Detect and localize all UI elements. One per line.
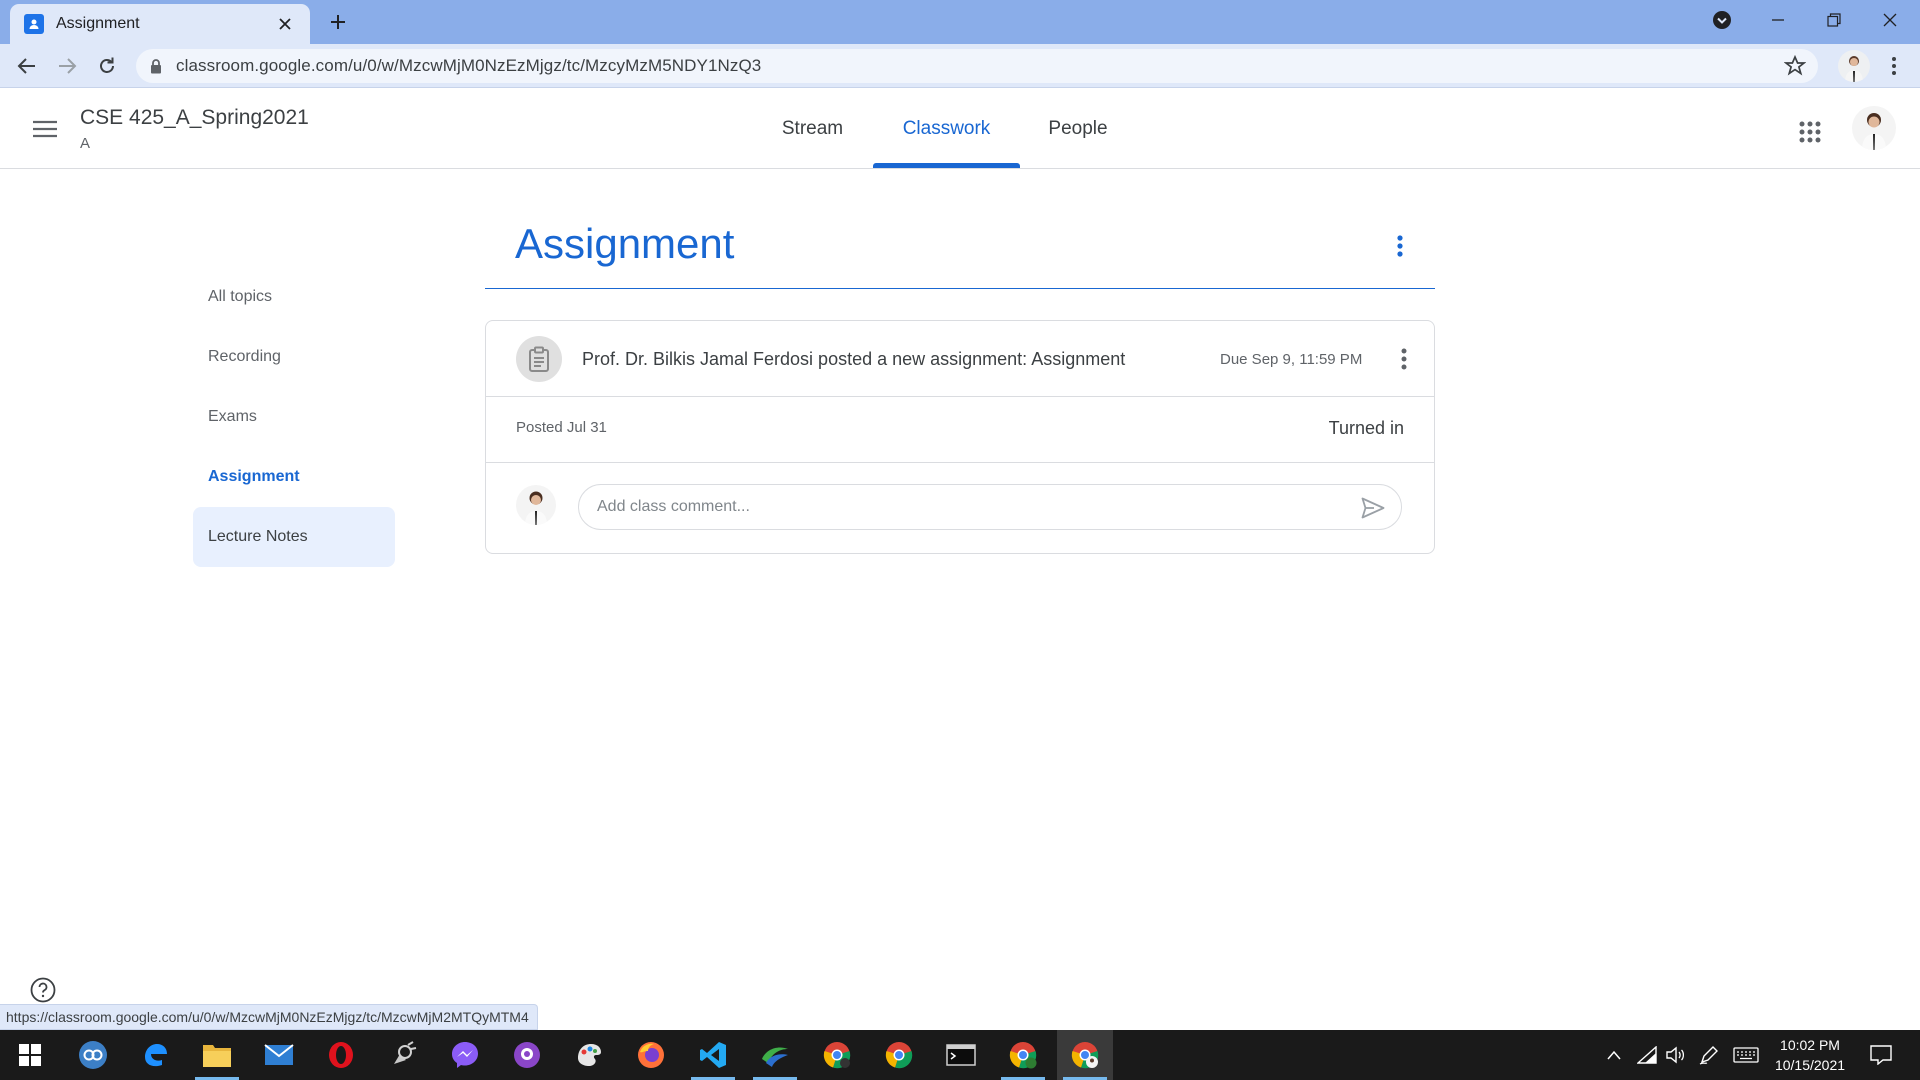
tab-classwork[interactable]: Classwork (873, 88, 1020, 169)
bookmark-star-icon[interactable] (1784, 55, 1806, 77)
assignment-icon (516, 336, 562, 382)
help-icon[interactable] (30, 977, 56, 1003)
section-more-options-icon[interactable] (1384, 228, 1416, 264)
back-icon[interactable] (13, 52, 41, 80)
keyboard-icon[interactable] (1732, 1030, 1760, 1080)
start-icon[interactable] (2, 1030, 58, 1080)
notifications-icon[interactable] (1864, 1030, 1898, 1080)
assignment-meta-row: Posted Jul 31 Turned in (486, 397, 1434, 463)
due-date: Due Sep 9, 11:59 PM (1220, 351, 1363, 368)
topic-exams[interactable]: Exams (193, 387, 395, 447)
tab-close-icon[interactable] (274, 13, 296, 35)
class-section: A (80, 135, 91, 152)
assignment-more-options-icon[interactable] (1392, 341, 1416, 377)
section-divider (485, 288, 1435, 289)
main-menu-icon[interactable] (28, 112, 62, 146)
tab-stream[interactable]: Stream (766, 88, 859, 169)
class-comment-row (486, 463, 1434, 553)
browser-tabbar: Assignment (0, 0, 1920, 44)
opera-icon[interactable] (313, 1030, 369, 1080)
address-bar[interactable]: classroom.google.com/u/0/w/MzcwMjM0NzEzM… (136, 49, 1818, 83)
chrome-current-icon[interactable] (1057, 1030, 1113, 1080)
browser-profile-avatar[interactable] (1838, 50, 1870, 82)
satellite-app-icon[interactable] (375, 1030, 431, 1080)
github-desktop-icon[interactable] (499, 1030, 555, 1080)
active-tab-indicator (873, 163, 1020, 168)
paint-icon[interactable] (561, 1030, 617, 1080)
class-comment-input[interactable] (597, 485, 1337, 529)
pen-icon[interactable] (1696, 1030, 1722, 1080)
lock-icon (150, 58, 162, 74)
network-icon[interactable] (1634, 1030, 1660, 1080)
class-title[interactable]: CSE 425_A_Spring2021 (80, 106, 309, 130)
new-tab-icon[interactable] (324, 8, 352, 36)
topic-recording[interactable]: Recording (193, 327, 395, 387)
status-bar-url: https://classroom.google.com/u/0/w/MzcwM… (0, 1004, 538, 1030)
browser-toolbar: classroom.google.com/u/0/w/MzcwMjM0NzEzM… (0, 44, 1920, 88)
posted-date: Posted Jul 31 (516, 419, 607, 436)
clock-time: 10:02 PM (1780, 1037, 1840, 1053)
chrome-icon[interactable] (871, 1030, 927, 1080)
earth-icon[interactable] (747, 1030, 803, 1080)
vscode-icon[interactable] (685, 1030, 741, 1080)
topic-assignment[interactable]: Assignment (193, 447, 395, 507)
submission-status: Turned in (1328, 418, 1404, 438)
messenger-icon[interactable] (437, 1030, 493, 1080)
chrome-profile-icon[interactable] (809, 1030, 865, 1080)
send-comment-icon[interactable] (1357, 492, 1389, 524)
tab-people[interactable]: People (1037, 88, 1119, 169)
assignment-title[interactable]: Prof. Dr. Bilkis Jamal Ferdosi posted a … (582, 349, 1125, 370)
windows-taskbar: 10:02 PM 10/15/2021 (0, 1030, 1920, 1080)
browser-tab[interactable]: Assignment (10, 4, 310, 44)
google-apps-icon[interactable] (1790, 112, 1830, 152)
edge-icon[interactable] (127, 1030, 183, 1080)
restore-icon[interactable] (1806, 0, 1862, 40)
tab-title: Assignment (56, 15, 140, 32)
section-title: Assignment (515, 220, 735, 267)
chrome-ek-icon[interactable] (995, 1030, 1051, 1080)
taskbar-clock[interactable]: 10:02 PM 10/15/2021 (1760, 1035, 1860, 1075)
classroom-favicon-icon (24, 14, 44, 34)
file-explorer-icon[interactable] (189, 1030, 245, 1080)
browser-menu-icon[interactable] (1880, 52, 1908, 80)
terminal-icon[interactable] (933, 1030, 989, 1080)
assignment-card: Prof. Dr. Bilkis Jamal Ferdosi posted a … (485, 320, 1435, 554)
minimize-icon[interactable] (1750, 0, 1806, 40)
window-close-icon[interactable] (1862, 0, 1918, 40)
quickbooks-icon[interactable] (65, 1030, 121, 1080)
firefox-icon[interactable] (623, 1030, 679, 1080)
clock-date: 10/15/2021 (1774, 1057, 1846, 1073)
address-url: classroom.google.com/u/0/w/MzcwMjM0NzEzM… (176, 56, 762, 75)
account-avatar[interactable] (1852, 106, 1896, 150)
tab-search-icon[interactable] (1694, 0, 1750, 40)
volume-icon[interactable] (1662, 1030, 1688, 1080)
comment-box (578, 484, 1402, 530)
reload-icon[interactable] (93, 52, 121, 80)
tray-overflow-icon[interactable] (1602, 1030, 1626, 1080)
assignment-card-header[interactable]: Prof. Dr. Bilkis Jamal Ferdosi posted a … (486, 321, 1434, 397)
classroom-header: CSE 425_A_Spring2021 A Stream Classwork … (0, 88, 1920, 169)
comment-avatar (516, 485, 556, 525)
mail-icon[interactable] (251, 1030, 307, 1080)
topic-lecture-notes[interactable]: Lecture Notes (193, 507, 395, 567)
forward-icon[interactable] (53, 52, 81, 80)
topic-all-topics[interactable]: All topics (193, 267, 395, 327)
